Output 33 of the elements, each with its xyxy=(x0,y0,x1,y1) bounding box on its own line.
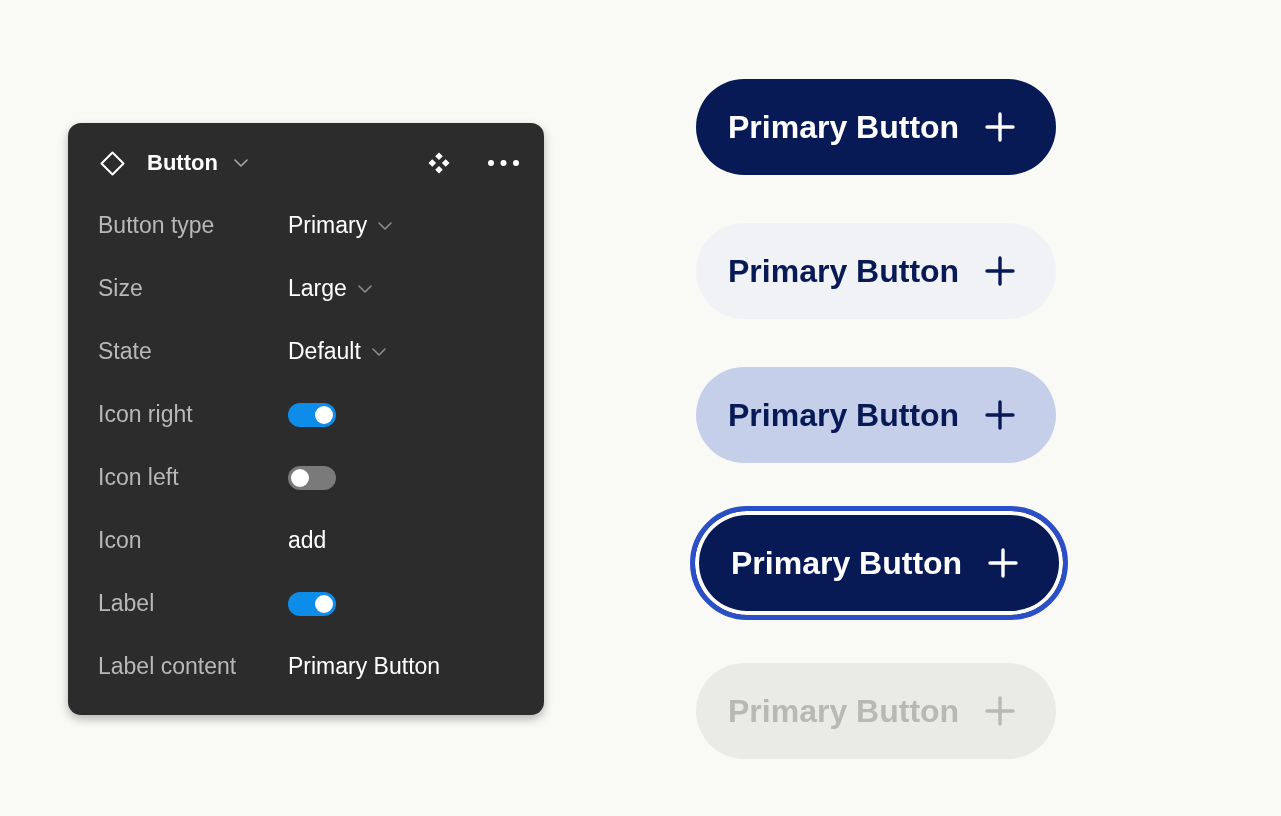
plus-icon xyxy=(985,696,1015,726)
property-label: Button type xyxy=(98,211,216,240)
property-label: Label content xyxy=(98,652,238,681)
plus-icon xyxy=(988,548,1018,578)
plus-icon xyxy=(985,112,1015,142)
property-label: Label xyxy=(98,589,156,618)
more-icon[interactable] xyxy=(488,160,519,166)
chevron-down-icon xyxy=(371,347,386,356)
property-label: Icon left xyxy=(98,463,180,492)
plus-icon xyxy=(985,400,1015,430)
primary-button[interactable]: Primary Button xyxy=(696,367,1056,463)
four-diamonds-icon[interactable] xyxy=(428,152,450,174)
component-dropdown[interactable]: Button xyxy=(147,149,248,177)
chevron-down-icon xyxy=(378,221,393,230)
toggle-switch[interactable] xyxy=(288,465,336,490)
property-value: Primary Button xyxy=(288,652,441,681)
plus-icon xyxy=(985,256,1015,286)
primary-button[interactable]: Primary Button xyxy=(690,506,1068,620)
toggle-switch[interactable] xyxy=(288,591,336,616)
property-dropdown[interactable]: Large xyxy=(288,274,372,303)
chevron-down-icon xyxy=(357,284,372,293)
chevron-down-icon xyxy=(233,159,248,167)
property-value: add xyxy=(288,526,327,555)
property-label: Size xyxy=(98,274,144,303)
property-label: Icon right xyxy=(98,400,194,429)
primary-button[interactable]: Primary Button xyxy=(696,79,1056,175)
property-label: State xyxy=(98,337,153,366)
property-dropdown[interactable]: Default xyxy=(288,337,386,366)
property-dropdown[interactable]: Primary xyxy=(288,211,393,240)
toggle-switch[interactable] xyxy=(288,402,336,427)
diamond-icon xyxy=(100,150,125,176)
property-label: Icon xyxy=(98,526,143,555)
primary-button[interactable]: Primary Button xyxy=(696,223,1056,319)
